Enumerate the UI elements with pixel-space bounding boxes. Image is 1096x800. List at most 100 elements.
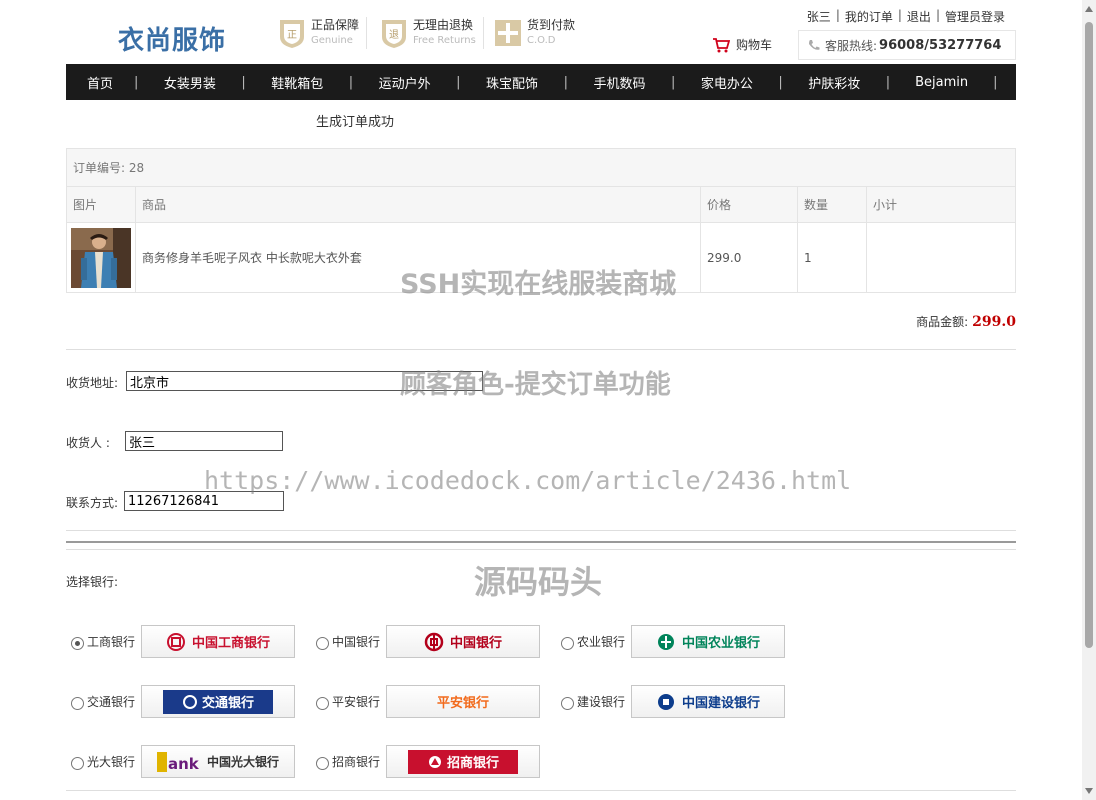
phone-label: 联系方式: — [66, 496, 119, 510]
boc-emblem-icon — [424, 632, 444, 651]
divider — [66, 541, 1016, 543]
promise-title: 货到付款 — [527, 18, 576, 32]
nav-item-home[interactable]: 首页 | — [66, 64, 138, 100]
nav-item-digital[interactable]: 手机数码 | — [568, 64, 675, 100]
hotline-box: 客服热线: 96008/53277764 — [798, 30, 1016, 60]
receiver-input[interactable] — [125, 431, 283, 451]
bank-logo-text: 平安银行 — [436, 696, 489, 711]
watermark-brand: 源码码头 — [474, 563, 603, 601]
abc-logo[interactable]: 中国农业银行 — [631, 625, 785, 658]
boc-logo[interactable]: 中国银行 — [386, 625, 540, 658]
scroll-up-icon[interactable] — [1085, 6, 1093, 12]
svg-text:ank: ank — [168, 755, 200, 773]
nav-item-women-men[interactable]: 女装男装 | — [138, 64, 246, 100]
order-id-row: 订单编号: 28 — [66, 148, 1016, 187]
bank-radio[interactable] — [316, 637, 329, 650]
scroll-down-icon[interactable] — [1085, 788, 1093, 794]
abc-emblem-icon — [657, 633, 674, 650]
nav-item-appliances[interactable]: 家电办公 | — [675, 64, 783, 100]
bank-radio[interactable] — [71, 697, 84, 710]
order-id: 28 — [128, 161, 145, 175]
logout-link[interactable]: 退出 — [902, 8, 936, 25]
bank-radio[interactable] — [71, 757, 84, 770]
pingan-logo[interactable]: 平安银行 — [386, 685, 540, 718]
nav-item-beauty[interactable]: 护肤彩妆 | — [783, 64, 890, 100]
admin-login-link[interactable]: 管理员登录 — [940, 8, 1010, 25]
amount-value: 299.0 — [972, 314, 1016, 330]
bank-name: 光大银行 — [87, 755, 136, 769]
col-image: 图片 — [66, 186, 136, 223]
bank-logo-text: 中国光大银行 — [206, 755, 279, 769]
nav-item-sports[interactable]: 运动户外 | — [353, 64, 461, 100]
bank-option-pingan[interactable]: 平安银行 平安银行 — [316, 685, 540, 718]
col-qty: 数量 — [797, 186, 867, 223]
ceb-logo[interactable]: ank 中国光大银行 — [141, 745, 295, 778]
user-name-link[interactable]: 张三 — [802, 8, 836, 25]
order-id-label: 订单编号: — [73, 161, 126, 175]
bank-logo-text: 中国银行 — [449, 636, 502, 651]
nav-item-shoes-bags[interactable]: 鞋靴箱包 | — [246, 64, 353, 100]
ceb-emblem-icon: ank — [156, 751, 200, 773]
cmb-logo[interactable]: 招商银行 — [386, 745, 540, 778]
bank-name: 农业银行 — [577, 635, 626, 649]
bank-radio[interactable] — [71, 637, 84, 650]
cart-link[interactable]: 购物车 — [712, 36, 772, 53]
promise-returns: 退 无理由退换 Free Returns — [380, 15, 484, 51]
icbc-logo[interactable]: 中国工商银行 — [141, 625, 295, 658]
return-badge-icon: 退 — [382, 20, 406, 48]
promise-title: 正品保障 — [311, 18, 360, 32]
icbc-emblem-icon — [166, 632, 185, 651]
promise-cod: 货到付款 C.O.D — [494, 15, 575, 51]
bank-logo-text: 中国农业银行 — [681, 636, 760, 651]
bank-option-abc[interactable]: 农业银行 中国农业银行 — [561, 625, 785, 658]
bank-option-cmb[interactable]: 招商银行 招商银行 — [316, 745, 540, 778]
product-thumbnail[interactable] — [71, 227, 131, 288]
hotline-label: 客服热线: — [825, 38, 878, 53]
cmb-emblem-icon — [428, 755, 441, 768]
genuine-badge-icon: 正 — [280, 20, 304, 48]
promise-sub: Genuine — [311, 35, 353, 46]
svg-text:退: 退 — [389, 29, 399, 41]
bank-option-ceb[interactable]: 光大银行 ank 中国光大银行 — [71, 745, 295, 778]
bank-logo-text: 交通银行 — [201, 696, 254, 711]
divider — [66, 530, 1016, 531]
promise-title: 无理由退换 — [413, 18, 474, 32]
bocom-logo[interactable]: 交通银行 — [141, 685, 295, 718]
hotline-number: 96008/53277764 — [879, 37, 1002, 53]
vertical-scrollbar[interactable] — [1082, 0, 1096, 800]
promise-genuine: 正 正品保障 Genuine — [278, 15, 368, 51]
watermark-url: https://www.icodedock.com/article/2436.h… — [204, 466, 852, 495]
promise-sub: Free Returns — [413, 35, 476, 46]
cart-icon — [713, 37, 730, 52]
divider — [66, 549, 1016, 550]
product-qty: 1 — [797, 222, 867, 293]
nav-item-jewelry[interactable]: 珠宝配饰 | — [461, 64, 568, 100]
bank-option-icbc[interactable]: 工商银行 中国工商银行 — [71, 625, 295, 658]
bank-radio[interactable] — [316, 757, 329, 770]
promise-sub: C.O.D — [527, 35, 556, 46]
bank-logo-text: 中国工商银行 — [191, 636, 270, 651]
bank-radio[interactable] — [561, 697, 574, 710]
bank-option-boc[interactable]: 中国银行 中国银行 — [316, 625, 540, 658]
bank-option-bocom[interactable]: 交通银行 交通银行 — [71, 685, 295, 718]
cart-label: 购物车 — [736, 38, 773, 52]
ccb-logo[interactable]: 中国建设银行 — [631, 685, 785, 718]
scrollbar-thumb[interactable] — [1085, 22, 1093, 648]
bank-select-title: 选择银行: — [66, 575, 119, 589]
bank-name: 中国银行 — [332, 635, 381, 649]
bank-radio[interactable] — [561, 637, 574, 650]
top-links: 张三 | 我的订单 | 退出 | 管理员登录 — [802, 8, 1010, 25]
main-nav: 首页 | 女装男装 | 鞋靴箱包 | 运动户外 | 珠宝配饰 | 手机数码 | 家电办公 | … — [66, 64, 1016, 100]
col-product: 商品 — [135, 186, 701, 223]
product-image-cell — [66, 222, 136, 293]
address-label: 收货地址: — [66, 376, 119, 390]
site-logo[interactable]: 衣尚服饰 — [118, 20, 226, 57]
my-orders-link[interactable]: 我的订单 — [840, 8, 898, 25]
bank-radio[interactable] — [316, 697, 329, 710]
phone-icon — [809, 40, 820, 50]
watermark-title: SSH实现在线服装商城 — [400, 269, 677, 300]
bank-option-ccb[interactable]: 建设银行 中国建设银行 — [561, 685, 785, 718]
order-success-message: 生成订单成功 — [316, 115, 395, 130]
nav-item-bejamin[interactable]: Bejamin | — [890, 64, 997, 100]
receiver-label: 收货人 : — [66, 436, 110, 450]
